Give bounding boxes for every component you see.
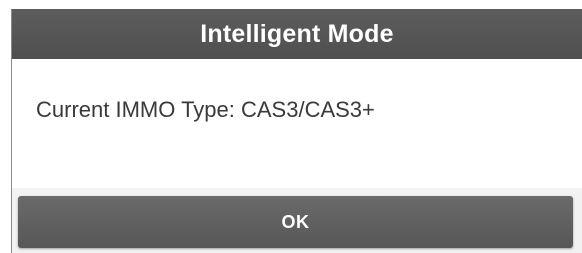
- dialog-header: Intelligent Mode: [12, 9, 582, 59]
- dialog-button-bar: OK: [12, 188, 582, 253]
- ok-button-label: OK: [281, 211, 310, 232]
- dialog-body: Current IMMO Type: CAS3/CAS3+: [12, 59, 582, 188]
- ok-button[interactable]: OK: [18, 196, 573, 248]
- dialog-title: Intelligent Mode: [200, 19, 394, 48]
- immo-type-message: Current IMMO Type: CAS3/CAS3+: [36, 97, 375, 122]
- intelligent-mode-dialog: Intelligent Mode Current IMMO Type: CAS3…: [0, 0, 582, 253]
